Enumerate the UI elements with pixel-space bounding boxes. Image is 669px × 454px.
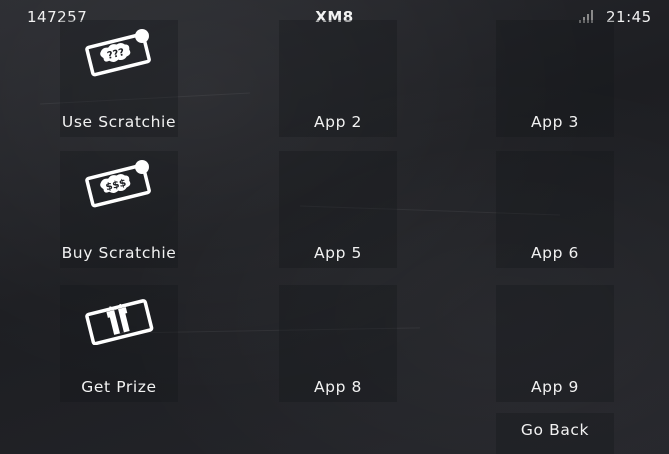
scratch-ticket-dollar-icon: $$$ (85, 160, 151, 208)
app-tile-9[interactable]: App 9 (496, 285, 614, 402)
xm8-screen: 147257 XM8 21:45 ??? Use Scratchie App 2… (0, 0, 669, 454)
app-tile-2[interactable]: App 2 (279, 20, 397, 137)
app-tile-buy-scratchie[interactable]: $$$ Buy Scratchie (60, 151, 178, 268)
app-label: Use Scratchie (61, 113, 177, 131)
app-label: App 2 (313, 113, 363, 131)
app-tile-6[interactable]: App 6 (496, 151, 614, 268)
app-label: App 5 (313, 244, 363, 262)
app-label: App 6 (530, 244, 580, 262)
gift-ticket-icon (85, 299, 154, 345)
app-tile-5[interactable]: App 5 (279, 151, 397, 268)
app-tile-use-scratchie[interactable]: ??? Use Scratchie (60, 20, 178, 137)
app-label: Buy Scratchie (61, 244, 177, 262)
scratch-ticket-question-icon: ??? (85, 29, 151, 77)
app-tile-3[interactable]: App 3 (496, 20, 614, 137)
app-tile-8[interactable]: App 8 (279, 285, 397, 402)
app-label: Get Prize (81, 378, 157, 396)
go-back-label: Go Back (520, 421, 590, 439)
app-tile-get-prize[interactable]: Get Prize (60, 285, 178, 402)
app-label: App 9 (530, 378, 580, 396)
app-label: App 8 (313, 378, 363, 396)
app-label: App 3 (530, 113, 580, 131)
go-back-button[interactable]: Go Back (496, 413, 614, 454)
